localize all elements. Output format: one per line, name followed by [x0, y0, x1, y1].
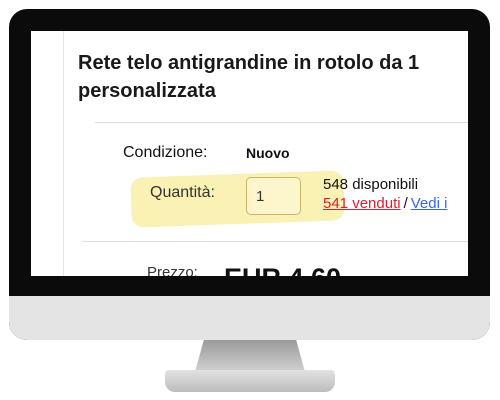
- sold-count-link[interactable]: 541 venduti: [323, 195, 401, 212]
- condition-label: Condizione:: [123, 144, 208, 161]
- view-link[interactable]: Vedi i: [411, 195, 448, 212]
- page-left-border: [63, 31, 64, 276]
- monitor-screen: Rete telo antigrandine in rotolo da 1 pe…: [31, 31, 468, 276]
- sales-links: 541 venduti / Vedi i: [323, 195, 447, 212]
- available-count: 548 disponibili: [323, 176, 419, 193]
- listing-title-line-2: personalizzata: [78, 80, 216, 102]
- monitor-stand-base: [165, 370, 335, 392]
- quantity-input[interactable]: [246, 177, 301, 215]
- monitor-stand-neck: [195, 340, 305, 372]
- condition-value: Nuovo: [246, 145, 290, 161]
- divider: [82, 241, 468, 242]
- monitor-chin: [9, 296, 490, 340]
- listing-title-line-1: Rete telo antigrandine in rotolo da 1: [78, 52, 420, 74]
- price-value: EUR 4,60: [224, 263, 341, 276]
- divider: [95, 122, 468, 123]
- link-separator: /: [403, 195, 408, 212]
- listing-title: Rete telo antigrandine in rotolo da 1 pe…: [78, 49, 468, 105]
- price-label: Prezzo:: [147, 264, 198, 276]
- quantity-label: Quantità:: [150, 184, 215, 201]
